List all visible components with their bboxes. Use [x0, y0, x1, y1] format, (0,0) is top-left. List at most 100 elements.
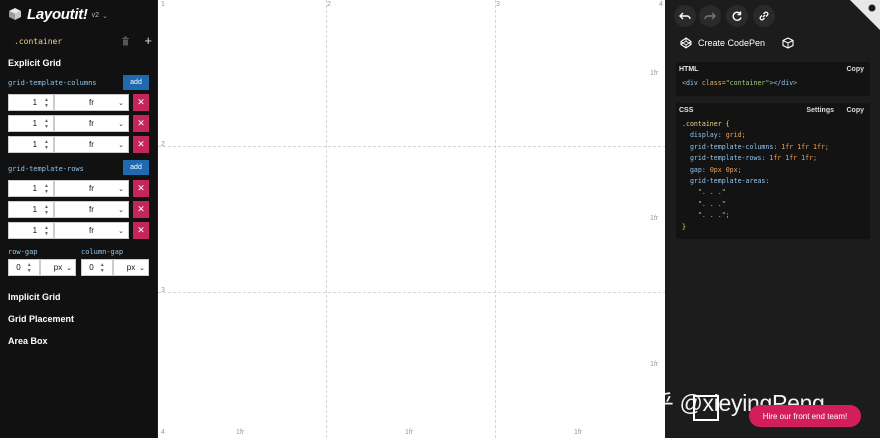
column-unit-text: fr [89, 140, 94, 149]
spinner-icon[interactable]: ▲ ▼ [44, 139, 49, 151]
column-gap-input[interactable]: 0 ▲ ▼ [81, 259, 113, 276]
css-code[interactable]: .container { display: grid; grid-templat… [682, 119, 829, 233]
row-track-value[interactable]: 1 ▲ ▼ [8, 201, 54, 218]
row-gap-value: 0 [16, 263, 21, 272]
link-icon [759, 11, 769, 21]
remove-column-button[interactable]: ✕ [133, 136, 149, 153]
codepen-icon [680, 37, 692, 49]
column-line-number: 4 [659, 1, 663, 8]
html-tag-close: ></div> [769, 79, 798, 87]
row-track-value[interactable]: 1 ▲ ▼ [8, 222, 54, 239]
left-sidebar: Layoutit! v2 ⌄ .container + Explicit Gri… [0, 0, 157, 438]
column-gap-value: 0 [89, 263, 94, 272]
container-label[interactable]: .container [14, 37, 121, 46]
app-version[interactable]: v2 [92, 12, 99, 19]
container-selector: .container + [14, 34, 152, 47]
row-track-row: 1 ▲ ▼ fr ⌄ ✕ [8, 222, 149, 239]
add-column-button[interactable]: add [123, 75, 149, 90]
create-codepen-button[interactable]: Create CodePen [680, 34, 765, 52]
copy-css-button[interactable]: Copy [847, 107, 865, 114]
row-value-text: 1 [32, 226, 38, 235]
css-close-brace: } [682, 222, 686, 231]
grid-canvas[interactable]: 1 2 3 4 2 3 4 1fr 1fr 1fr 1fr 1fr 1fr [157, 0, 666, 438]
add-container-button[interactable]: + [144, 34, 152, 47]
trash-icon[interactable] [121, 36, 130, 46]
codesandbox-icon[interactable] [782, 37, 794, 49]
grid-placement-section[interactable]: Grid Placement [8, 314, 74, 324]
row-line [158, 146, 666, 147]
row-unit-select[interactable]: fr ⌄ [54, 222, 129, 239]
copy-html-button[interactable]: Copy [847, 66, 865, 73]
brand[interactable]: Layoutit! v2 ⌄ [8, 5, 108, 23]
chevron-down-icon[interactable]: ⌄ [102, 12, 108, 20]
html-code-panel: HTML Copy <div class="container"></div> [676, 62, 870, 96]
column-size-label: 1fr [574, 429, 583, 436]
row-size-label: 1fr [650, 70, 659, 77]
row-unit-select[interactable]: fr ⌄ [54, 180, 129, 197]
redo-button[interactable] [699, 5, 721, 27]
remove-row-button[interactable]: ✕ [133, 201, 149, 218]
css-property: display: [689, 131, 722, 140]
css-property: gap: [689, 165, 706, 174]
add-row-button[interactable]: add [123, 160, 149, 175]
hire-team-button[interactable]: Hire our front end team! [749, 405, 861, 427]
column-line-number: 1 [161, 1, 165, 8]
spinner-icon[interactable]: ▲ ▼ [44, 204, 49, 216]
chevron-down-icon: ⌄ [118, 120, 124, 128]
column-unit-select[interactable]: fr ⌄ [54, 115, 129, 132]
css-panel-title: CSS [679, 107, 694, 114]
column-track-value[interactable]: 1 ▲ ▼ [8, 115, 54, 132]
remove-row-button[interactable]: ✕ [133, 222, 149, 239]
column-size-label: 1fr [236, 429, 245, 436]
spinner-icon[interactable]: ▲ ▼ [44, 118, 49, 130]
html-code[interactable]: <div class="container"></div> [682, 78, 797, 89]
chevron-down-icon: ⌄ [118, 141, 124, 149]
share-link-button[interactable] [753, 5, 775, 27]
css-area-string: ". . ." [697, 199, 726, 208]
explicit-grid-heading: Explicit Grid [8, 58, 62, 68]
spinner-icon[interactable]: ▲ ▼ [44, 183, 49, 195]
row-unit-text: fr [89, 226, 94, 235]
remove-column-button[interactable]: ✕ [133, 115, 149, 132]
column-track-value[interactable]: 1 ▲ ▼ [8, 136, 54, 153]
column-gap-control: 0 ▲ ▼ px ⌄ [81, 259, 149, 276]
css-property: grid-template-rows: [689, 154, 766, 163]
column-gap-unit-select[interactable]: px ⌄ [113, 259, 149, 276]
row-unit-text: fr [89, 184, 94, 193]
row-gap-control: 0 ▲ ▼ px ⌄ [8, 259, 76, 276]
spinner-icon[interactable]: ▲ ▼ [44, 97, 49, 109]
area-box-section[interactable]: Area Box [8, 336, 48, 346]
css-value: grid; [721, 131, 746, 140]
spinner-icon[interactable]: ▲ ▼ [100, 262, 105, 274]
refresh-icon [732, 11, 742, 21]
row-track-row: 1 ▲ ▼ fr ⌄ ✕ [8, 201, 149, 218]
row-track-value[interactable]: 1 ▲ ▼ [8, 180, 54, 197]
column-line-number: 3 [496, 1, 500, 8]
redo-icon [704, 12, 716, 20]
row-gap-label: row-gap [8, 248, 38, 256]
spinner-icon[interactable]: ▲ ▼ [27, 262, 32, 274]
css-selector: .container { [682, 120, 730, 128]
html-attr-value: "container" [725, 79, 770, 87]
remove-row-button[interactable]: ✕ [133, 180, 149, 197]
row-line-number: 3 [161, 287, 165, 294]
spinner-icon[interactable]: ▲ ▼ [44, 225, 49, 237]
column-unit-select[interactable]: fr ⌄ [54, 94, 129, 111]
css-value: 1fr 1fr 1fr; [777, 142, 829, 151]
remove-column-button[interactable]: ✕ [133, 94, 149, 111]
implicit-grid-section[interactable]: Implicit Grid [8, 292, 61, 302]
css-value: 1fr 1fr 1fr; [765, 154, 817, 163]
row-unit-select[interactable]: fr ⌄ [54, 201, 129, 218]
column-unit-text: fr [89, 119, 94, 128]
undo-button[interactable] [674, 5, 696, 27]
css-property: grid-template-columns: [689, 142, 778, 151]
reset-button[interactable] [726, 5, 748, 27]
github-corner-icon[interactable] [850, 0, 880, 30]
column-track-value[interactable]: 1 ▲ ▼ [8, 94, 54, 111]
row-gap-input[interactable]: 0 ▲ ▼ [8, 259, 40, 276]
row-gap-unit-select[interactable]: px ⌄ [40, 259, 76, 276]
app-name: Layoutit! [27, 5, 88, 23]
css-property: grid-template-areas: [689, 177, 770, 186]
column-unit-select[interactable]: fr ⌄ [54, 136, 129, 153]
css-settings-button[interactable]: Settings [806, 107, 834, 114]
